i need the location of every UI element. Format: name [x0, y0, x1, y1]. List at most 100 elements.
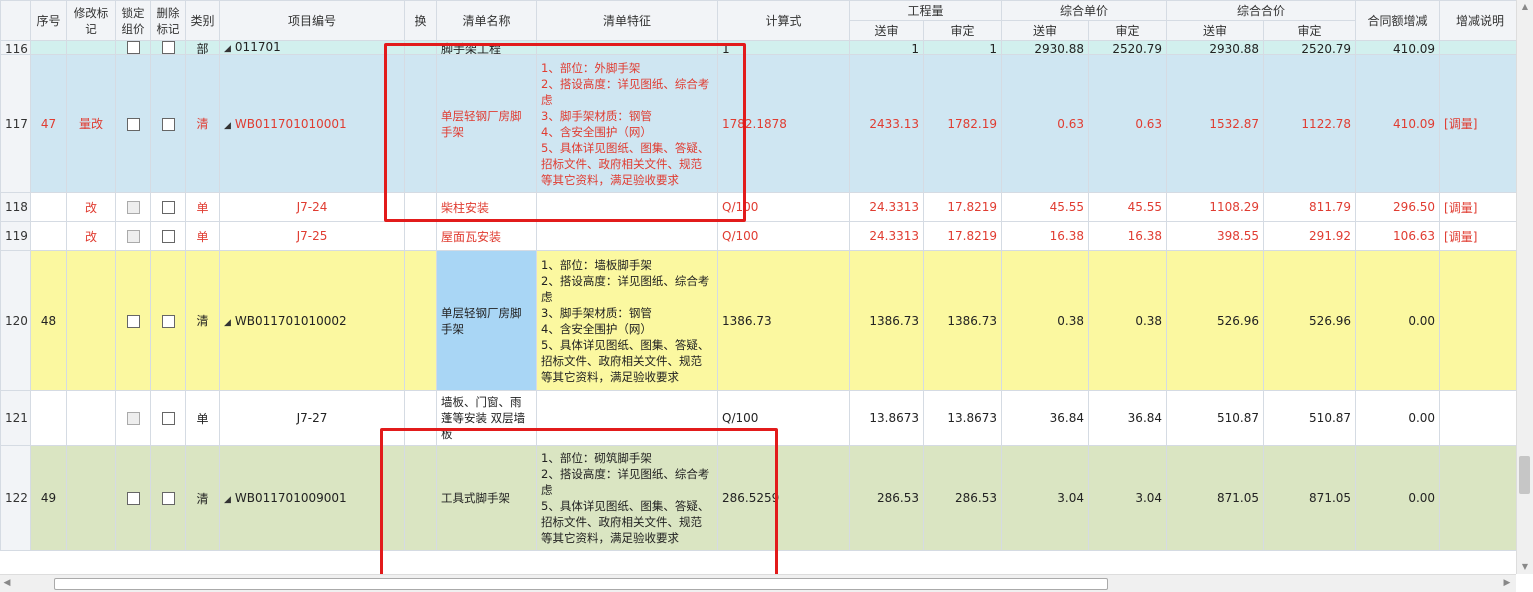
- collapse-triangle-icon[interactable]: ◢: [224, 495, 231, 505]
- cell-seq[interactable]: 48: [30, 250, 67, 391]
- cell-up-approved[interactable]: 0.38: [1088, 250, 1168, 391]
- cell-swap[interactable]: [404, 445, 437, 551]
- cell-tp-submitted[interactable]: 526.96: [1166, 250, 1265, 391]
- cell-feature[interactable]: 1、部位：外脚手架 2、搭设高度：详见图纸、综合考虑 3、脚手架材质：钢管 4、…: [536, 54, 718, 193]
- cell-tp-approved[interactable]: 1122.78: [1263, 54, 1357, 193]
- collapse-triangle-icon[interactable]: ◢: [224, 318, 231, 328]
- cell-category[interactable]: 清: [185, 250, 220, 391]
- cell-formula[interactable]: Q/100: [717, 192, 850, 222]
- cell-tp-submitted[interactable]: 1108.29: [1166, 192, 1265, 222]
- collapse-triangle-icon[interactable]: ◢: [224, 121, 231, 131]
- delete-checkbox[interactable]: [161, 201, 175, 214]
- cell-qty-approved[interactable]: 286.53: [922, 445, 1003, 551]
- cell-feature[interactable]: [536, 390, 718, 446]
- cell-category[interactable]: 清: [185, 445, 220, 551]
- header-lock-price[interactable]: 锁定组价: [115, 0, 151, 41]
- cell-delete[interactable]: [150, 221, 186, 251]
- header-seq[interactable]: 序号: [30, 0, 67, 41]
- cell-lock[interactable]: [115, 192, 151, 222]
- cell-swap[interactable]: [404, 390, 437, 446]
- cell-tp-approved[interactable]: 871.05: [1263, 445, 1357, 551]
- cell-seq[interactable]: [30, 221, 67, 251]
- cell-swap[interactable]: [404, 221, 437, 251]
- cell-feature[interactable]: 1、部位：墙板脚手架 2、搭设高度：详见图纸、综合考虑 3、脚手架材质：钢管 4…: [536, 250, 718, 391]
- cell-note[interactable]: [调量]: [1439, 192, 1516, 222]
- cell-seq[interactable]: [30, 40, 67, 55]
- header-contract-change[interactable]: 合同额增减: [1355, 0, 1441, 41]
- cell-tp-submitted[interactable]: 871.05: [1166, 445, 1265, 551]
- header-delete-mark[interactable]: 删除标记: [150, 0, 186, 41]
- cell-name[interactable]: 单层轻钢厂房脚手架: [436, 54, 537, 193]
- cell-tp-submitted[interactable]: 2930.88: [1166, 40, 1265, 55]
- cell-up-submitted[interactable]: 16.38: [1001, 221, 1090, 251]
- cell-note[interactable]: [调量]: [1439, 54, 1516, 193]
- cell-note[interactable]: [调量]: [1439, 221, 1516, 251]
- cell-tp-approved[interactable]: 2520.79: [1263, 40, 1357, 55]
- cell-up-approved[interactable]: 0.63: [1088, 54, 1168, 193]
- cell-code[interactable]: J7-24: [219, 192, 405, 222]
- cell-qty-approved[interactable]: 13.8673: [922, 390, 1003, 446]
- cell-tp-submitted[interactable]: 510.87: [1166, 390, 1265, 446]
- cell-code[interactable]: J7-25: [219, 221, 405, 251]
- cell-formula[interactable]: 1: [717, 40, 850, 55]
- cell-tp-approved[interactable]: 526.96: [1263, 250, 1357, 391]
- header-tp-submitted[interactable]: 送审: [1166, 20, 1265, 41]
- header-item-code[interactable]: 项目编号: [219, 0, 405, 41]
- cell-formula[interactable]: 1782.1878: [717, 54, 850, 193]
- cell-feature[interactable]: [536, 221, 718, 251]
- cell-up-submitted[interactable]: 3.04: [1001, 445, 1090, 551]
- table-row[interactable]: 116 部 ◢ 011701 脚手架工程 1 1 1 2930.88 2520.7…: [0, 40, 1516, 55]
- lock-checkbox[interactable]: [126, 314, 140, 328]
- vertical-scroll-thumb[interactable]: [1519, 456, 1530, 494]
- table-row[interactable]: 118 改 单 J7-24 柴柱安装 Q/100 24.3313 17.8219…: [0, 192, 1516, 222]
- cell-lock[interactable]: [115, 390, 151, 446]
- cell-note[interactable]: [1439, 40, 1516, 55]
- header-category[interactable]: 类别: [185, 0, 220, 41]
- cell-seq[interactable]: 47: [30, 54, 67, 193]
- cell-name[interactable]: 单层轻钢厂房脚手架: [436, 250, 537, 391]
- cell-qty-approved[interactable]: 17.8219: [922, 221, 1003, 251]
- cell-name[interactable]: 工具式脚手架: [436, 445, 537, 551]
- scroll-right-arrow-icon[interactable]: ▶: [1500, 575, 1514, 592]
- cell-note[interactable]: [1439, 390, 1516, 446]
- cell-tp-approved[interactable]: 811.79: [1263, 192, 1357, 222]
- cell-seq[interactable]: [30, 192, 67, 222]
- cell-qty-submitted[interactable]: 1: [849, 40, 924, 55]
- cell-up-submitted[interactable]: 0.63: [1001, 54, 1090, 193]
- header-up-submitted[interactable]: 送审: [1001, 20, 1090, 41]
- cell-lock[interactable]: [115, 221, 151, 251]
- scroll-down-arrow-icon[interactable]: ▼: [1517, 560, 1533, 574]
- cell-swap[interactable]: [404, 250, 437, 391]
- header-qty-submitted[interactable]: 送审: [849, 20, 924, 41]
- cell-up-approved[interactable]: 3.04: [1088, 445, 1168, 551]
- scroll-left-arrow-icon[interactable]: ◀: [0, 575, 14, 592]
- cell-change[interactable]: 410.09: [1355, 40, 1441, 55]
- cell-mark[interactable]: [66, 445, 116, 551]
- cell-delete[interactable]: [150, 40, 186, 55]
- header-tp-approved[interactable]: 审定: [1263, 20, 1357, 41]
- header-up-approved[interactable]: 审定: [1088, 20, 1168, 41]
- lock-checkbox[interactable]: [126, 492, 140, 505]
- delete-checkbox[interactable]: [161, 412, 175, 425]
- cell-mark[interactable]: [66, 40, 116, 55]
- header-modify-mark[interactable]: 修改标记: [66, 0, 116, 41]
- cell-seq[interactable]: 49: [30, 445, 67, 551]
- cell-swap[interactable]: [404, 40, 437, 55]
- delete-checkbox[interactable]: [161, 41, 175, 54]
- cell-note[interactable]: [1439, 445, 1516, 551]
- delete-checkbox[interactable]: [161, 314, 175, 328]
- cell-change[interactable]: 0.00: [1355, 390, 1441, 446]
- cell-mark[interactable]: [66, 390, 116, 446]
- cell-mark[interactable]: 量改: [66, 54, 116, 193]
- delete-checkbox[interactable]: [161, 117, 175, 131]
- cell-name[interactable]: 墙板、门窗、雨蓬等安装 双层墙板: [436, 390, 537, 446]
- cell-mark[interactable]: 改: [66, 192, 116, 222]
- lock-checkbox[interactable]: [126, 117, 140, 131]
- cell-change[interactable]: 0.00: [1355, 250, 1441, 391]
- cell-qty-submitted[interactable]: 286.53: [849, 445, 924, 551]
- cell-category[interactable]: 部: [185, 40, 220, 55]
- cell-qty-submitted[interactable]: 13.8673: [849, 390, 924, 446]
- cell-code[interactable]: J7-27: [219, 390, 405, 446]
- cell-formula[interactable]: Q/100: [717, 221, 850, 251]
- table-row[interactable]: 121 单 J7-27 墙板、门窗、雨蓬等安装 双层墙板 Q/100 13.86…: [0, 390, 1516, 446]
